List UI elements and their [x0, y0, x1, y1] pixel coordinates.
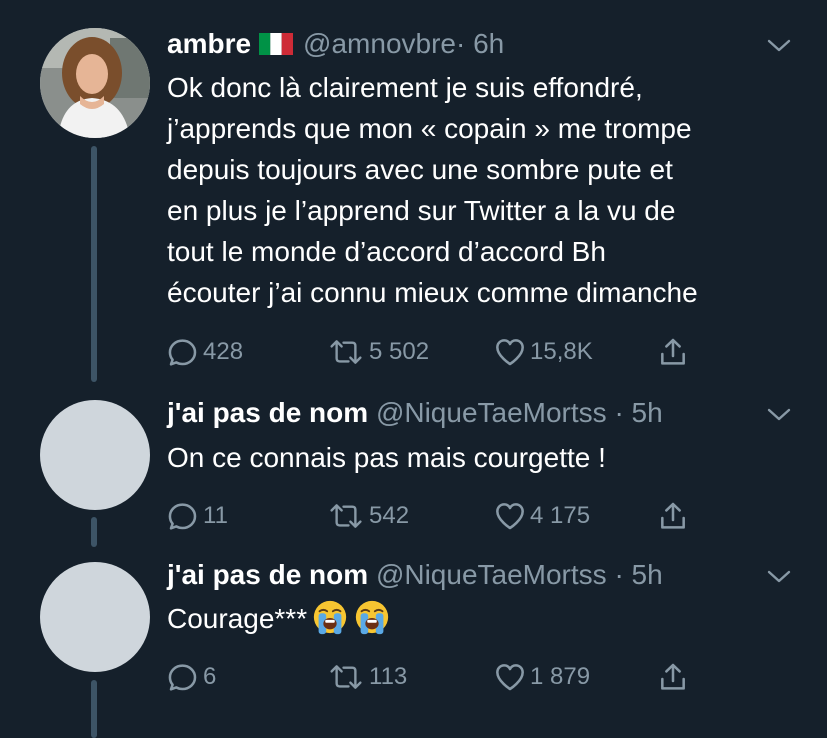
avatar[interactable]: [40, 400, 150, 510]
thread-line: [91, 517, 97, 547]
display-name[interactable]: j'ai pas de nom: [167, 397, 368, 428]
avatar[interactable]: [40, 28, 150, 138]
reply-icon: [167, 500, 199, 532]
display-name[interactable]: ambre: [167, 28, 251, 59]
tweet-text-line: depuis toujours avec une sombre pute et: [167, 154, 673, 185]
loudly-crying-face-emoji: [311, 598, 349, 636]
chevron-down-icon[interactable]: [765, 36, 793, 56]
like-button[interactable]: 1 879: [494, 660, 590, 694]
tweet-time[interactable]: · 5h: [614, 559, 662, 590]
tweet-actions: 6 113 1 879: [167, 660, 727, 694]
retweet-button[interactable]: 542: [327, 499, 409, 533]
tweet-text-line: Ok donc là clairement je suis effondré,: [167, 72, 643, 103]
tweet-text-line: tout le monde d’accord d’accord Bh: [167, 236, 606, 267]
share-icon: [657, 336, 689, 368]
share-icon: [657, 500, 689, 532]
retweet-button[interactable]: 5 502: [327, 335, 429, 369]
retweet-icon: [327, 662, 365, 692]
like-count: 4 175: [530, 502, 591, 529]
like-button[interactable]: 4 175: [494, 499, 590, 533]
retweet-count: 113: [369, 663, 408, 690]
tweet-header: j'ai pas de nom @NiqueTaeMortss · 5h: [167, 396, 663, 430]
thread-line: [91, 146, 97, 382]
like-button[interactable]: 15,8K: [494, 335, 593, 369]
chevron-down-icon[interactable]: [765, 405, 793, 425]
retweet-count: 5 502: [369, 338, 430, 365]
retweet-icon: [327, 337, 365, 367]
user-handle[interactable]: @NiqueTaeMortss: [376, 559, 607, 590]
share-icon: [657, 661, 689, 693]
share-button[interactable]: [657, 335, 689, 369]
heart-icon: [494, 661, 526, 693]
display-name[interactable]: j'ai pas de nom: [167, 559, 368, 590]
retweet-count: 542: [369, 502, 410, 529]
thread-line: [91, 680, 97, 738]
tweet-time[interactable]: · 5h: [614, 397, 662, 428]
avatar[interactable]: [40, 562, 150, 672]
user-handle[interactable]: @NiqueTaeMortss: [376, 397, 607, 428]
share-button[interactable]: [657, 499, 689, 533]
like-count: 15,8K: [530, 338, 593, 365]
share-button[interactable]: [657, 660, 689, 694]
tweet-time[interactable]: · 6h: [456, 28, 504, 59]
tweet-text-line: j’apprends que mon « copain » me trompe: [167, 113, 692, 144]
heart-icon: [494, 336, 526, 368]
tweet-3[interactable]: j'ai pas de nom @NiqueTaeMortss · 5h Cou…: [0, 558, 827, 738]
tweet-text: On ce connais pas mais courgette !: [167, 442, 606, 473]
like-count: 1 879: [530, 663, 591, 690]
retweet-icon: [327, 501, 365, 531]
tweet-header: ambre @amnovbre· 6h: [167, 27, 504, 61]
tweet-actions: 428 5 502 15,8K: [167, 335, 727, 369]
retweet-button[interactable]: 113: [327, 660, 407, 694]
heart-icon: [494, 500, 526, 532]
tweet-text-content: Courage***: [167, 603, 308, 634]
tweet-text: Courage***: [167, 598, 807, 639]
reply-icon: [167, 661, 199, 693]
reply-count: 428: [203, 338, 244, 365]
reply-button[interactable]: 428: [167, 335, 243, 369]
chevron-down-icon[interactable]: [765, 567, 793, 587]
reply-icon: [167, 336, 199, 368]
tweet-text-line: écouter j’ai connu mieux comme dimanche: [167, 277, 698, 308]
reply-button[interactable]: 11: [167, 499, 228, 533]
reply-button[interactable]: 6: [167, 660, 216, 694]
tweet-text-line: en plus je l’apprend sur Twitter a la vu…: [167, 195, 676, 226]
reply-count: 6: [203, 663, 217, 690]
loudly-crying-face-emoji: [353, 598, 391, 636]
tweet-header: j'ai pas de nom @NiqueTaeMortss · 5h: [167, 558, 663, 592]
tweet-1[interactable]: ambre @amnovbre· 6h Ok donc là clairement…: [0, 0, 827, 398]
reply-count: 11: [203, 502, 228, 529]
italy-flag-icon: [259, 33, 294, 55]
profile-photo: [40, 28, 150, 138]
user-handle[interactable]: @amnovbre: [303, 28, 456, 59]
tweet-text: Ok donc là clairement je suis effondré, …: [167, 67, 807, 313]
tweet-2[interactable]: j'ai pas de nom @NiqueTaeMortss · 5h On …: [0, 396, 827, 560]
tweet-actions: 11 542 4 175: [167, 499, 727, 533]
